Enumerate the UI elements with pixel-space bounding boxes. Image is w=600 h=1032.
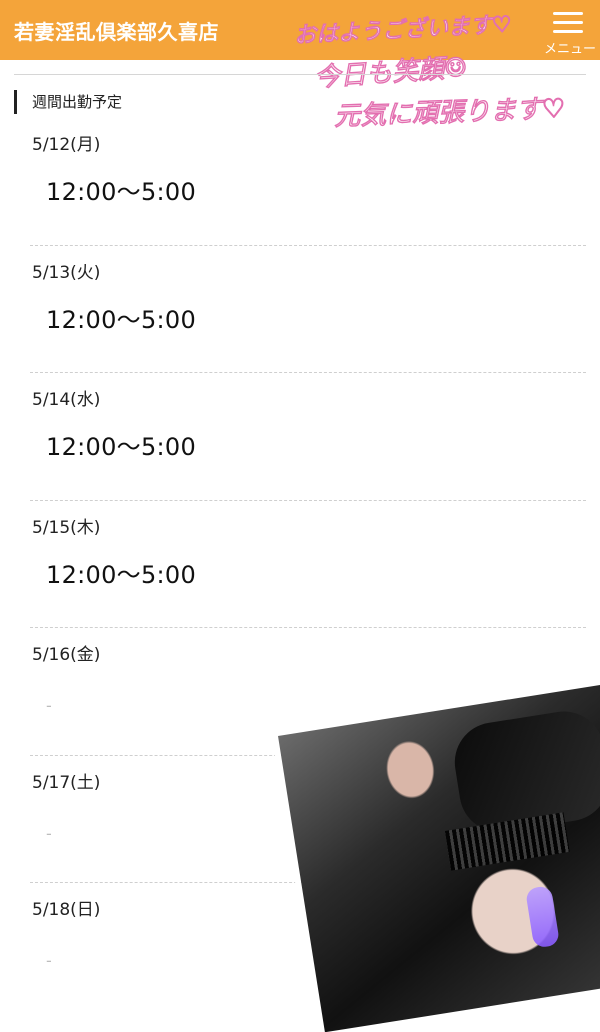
hamburger-icon-bar[interactable]	[553, 21, 583, 24]
schedule-date: 5/16(金)	[32, 645, 101, 665]
schedule-row: 5/12(月) 12:00〜5:00	[0, 118, 600, 246]
menu-label[interactable]: メニュー	[544, 38, 596, 57]
schedule-date: 5/15(木)	[32, 517, 101, 538]
photo-detail	[444, 812, 570, 871]
schedule-time: -	[46, 696, 53, 715]
divider	[14, 74, 586, 75]
schedule-time: 12:00〜5:00	[46, 305, 197, 334]
schedule-date: 5/17(土)	[32, 772, 101, 793]
schedule-time: -	[46, 823, 53, 843]
schedule-row: 5/13(火) 12:00〜5:00	[0, 246, 600, 373]
schedule-row: 5/15(木) 12:00〜5:00	[0, 501, 600, 628]
hamburger-icon[interactable]	[553, 12, 583, 15]
schedule-time: 12:00〜5:00	[46, 178, 197, 206]
schedule-date: 5/14(水)	[32, 390, 101, 410]
schedule-time: -	[46, 951, 53, 970]
site-header: 若妻淫乱倶楽部久喜店 メニュー	[0, 0, 600, 60]
schedule-time: 12:00〜5:00	[46, 433, 197, 461]
photo-detail	[525, 885, 561, 949]
profile-photo[interactable]	[278, 684, 600, 1032]
hamburger-icon-bar[interactable]	[553, 30, 583, 33]
menu-button[interactable]: メニュー	[534, 0, 600, 60]
site-title[interactable]: 若妻淫乱倶楽部久喜店	[14, 16, 219, 45]
schedule-date: 5/13(火)	[32, 262, 101, 283]
schedule-time: 12:00〜5:00	[46, 560, 197, 589]
schedule-date: 5/18(日)	[32, 900, 101, 920]
schedule-date: 5/12(月)	[32, 135, 101, 155]
schedule-row: 5/14(水) 12:00〜5:00	[0, 373, 600, 501]
section-title: 週間出勤予定	[14, 90, 122, 114]
